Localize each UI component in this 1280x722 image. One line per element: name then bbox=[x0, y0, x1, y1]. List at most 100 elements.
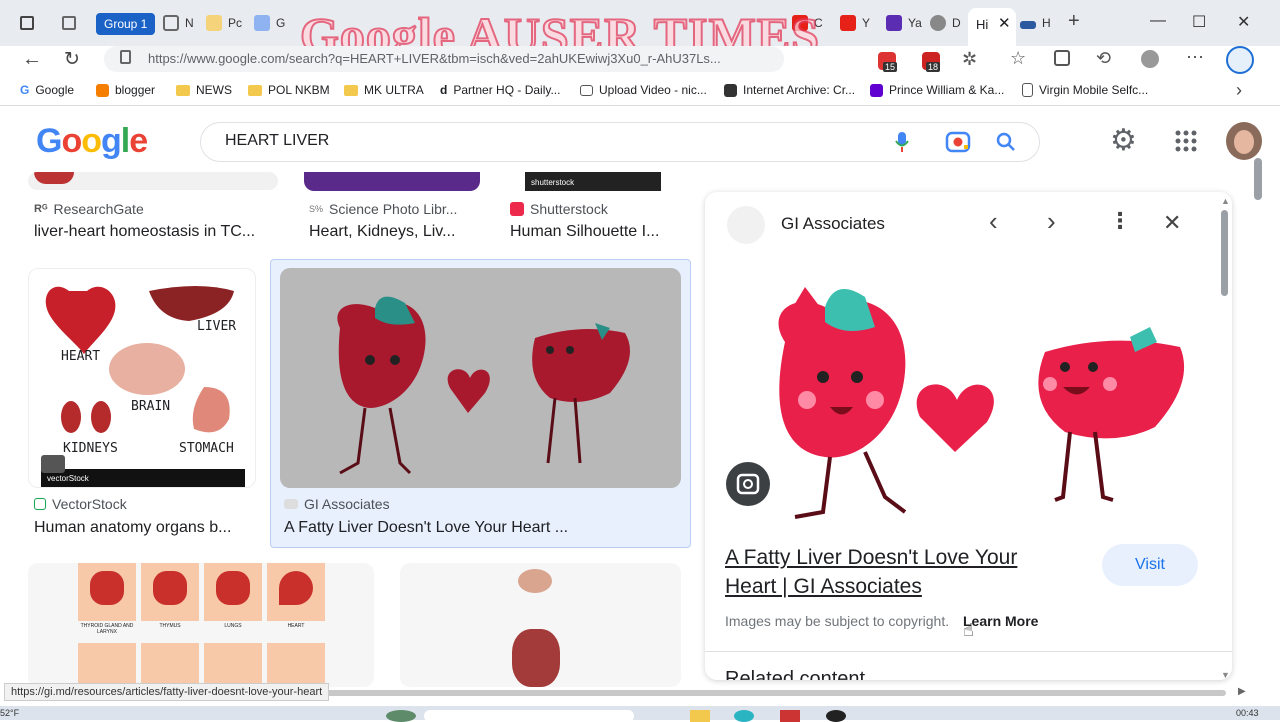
lens-search-icon[interactable] bbox=[945, 130, 971, 154]
bookmark-item[interactable]: NEWS bbox=[176, 83, 232, 97]
tab-icon[interactable] bbox=[62, 16, 76, 30]
result-title[interactable]: Heart, Kidneys, Liv... bbox=[309, 223, 479, 241]
search-icon[interactable] bbox=[996, 132, 1016, 152]
panel-site-name[interactable]: GI Associates bbox=[781, 214, 885, 234]
page-icon bbox=[254, 15, 270, 31]
organ-tile bbox=[141, 643, 199, 687]
active-tab[interactable]: Hi ✕ bbox=[968, 8, 1016, 46]
close-tab-icon[interactable]: ✕ bbox=[998, 14, 1011, 32]
search-input[interactable]: HEART LIVER bbox=[225, 132, 329, 150]
taskbar-app-icon[interactable] bbox=[780, 710, 800, 722]
result-title[interactable]: Human anatomy organs b... bbox=[34, 519, 254, 537]
bookmark-item[interactable]: blogger bbox=[96, 83, 155, 97]
folder-icon bbox=[248, 84, 262, 96]
more-menu-icon[interactable]: ··· bbox=[1186, 46, 1204, 67]
clock-time: 00:43 bbox=[1236, 708, 1259, 718]
tab-item[interactable]: Y bbox=[840, 8, 870, 38]
result-thumbnail[interactable]: shutterstock bbox=[525, 172, 661, 191]
url-text[interactable]: https://www.google.com/search?q=HEART+LI… bbox=[148, 51, 748, 66]
next-image-icon[interactable]: › bbox=[1047, 206, 1056, 237]
account-avatar[interactable] bbox=[1226, 122, 1262, 160]
organ-tile bbox=[267, 643, 325, 687]
result-thumbnail-anatomy[interactable] bbox=[400, 563, 681, 687]
profile-avatar[interactable] bbox=[1141, 50, 1159, 68]
history-icon[interactable]: ⟲ bbox=[1096, 48, 1111, 69]
tab-actions-icon[interactable] bbox=[20, 16, 34, 30]
tab-item[interactable]: G bbox=[254, 8, 285, 38]
close-panel-icon[interactable]: ✕ bbox=[1163, 210, 1181, 236]
image-badge-icon bbox=[41, 455, 65, 473]
result-source[interactable]: Shutterstock bbox=[510, 201, 608, 217]
previous-image-icon[interactable]: ‹ bbox=[989, 206, 998, 237]
learn-more-link[interactable]: Learn More bbox=[963, 613, 1038, 629]
back-icon[interactable]: ← bbox=[22, 48, 42, 71]
bookmark-item[interactable]: Internet Archive: Cr... bbox=[724, 83, 855, 97]
extensions-puzzle-icon[interactable]: ✲ bbox=[962, 49, 977, 70]
reload-icon[interactable]: ↻ bbox=[64, 48, 80, 71]
result-title[interactable]: Human Silhouette I... bbox=[510, 223, 675, 241]
organ-tile-label: THYROID GLAND AND LARYNX bbox=[80, 623, 134, 635]
panel-image[interactable] bbox=[725, 272, 1205, 542]
lock-icon[interactable] bbox=[120, 50, 131, 64]
scroll-right-icon[interactable]: ▶ bbox=[1238, 686, 1246, 697]
page-scrollbar-thumb[interactable] bbox=[1254, 158, 1262, 200]
voice-search-icon[interactable] bbox=[894, 131, 910, 153]
favorites-icon[interactable]: ☆ bbox=[1010, 48, 1026, 69]
result-title[interactable]: A Fatty Liver Doesn't Love Your Heart ..… bbox=[284, 519, 684, 537]
taskbar-app-icon[interactable] bbox=[826, 710, 846, 722]
apps-grid-icon[interactable] bbox=[1175, 130, 1197, 152]
bookmarks-more-chevron-icon[interactable]: › bbox=[1236, 80, 1242, 101]
window-close-icon[interactable]: ✕ bbox=[1237, 12, 1250, 32]
bookmark-item[interactable]: d Partner HQ - Daily... bbox=[440, 83, 560, 97]
panel-title-link-line2[interactable]: Heart | GI Associates bbox=[725, 575, 922, 599]
weather-temp[interactable]: 52°F bbox=[0, 708, 19, 718]
bing-copilot-icon[interactable] bbox=[1226, 46, 1254, 74]
bookmark-item[interactable]: POL NKBM bbox=[248, 83, 330, 97]
tab-item[interactable]: N bbox=[163, 8, 194, 38]
tab-item[interactable]: Pc bbox=[206, 8, 242, 38]
result-source[interactable]: Rᴳ ResearchGate bbox=[34, 201, 144, 217]
taskbar-search-box[interactable] bbox=[424, 710, 634, 722]
minimize-icon[interactable]: — bbox=[1150, 12, 1166, 30]
edge-icon[interactable] bbox=[734, 710, 754, 722]
organ-label: KIDNEYS bbox=[63, 441, 118, 456]
settings-gear-icon[interactable]: ⚙ bbox=[1110, 124, 1137, 158]
result-thumbnail[interactable] bbox=[304, 172, 480, 191]
new-tab-icon[interactable]: + bbox=[1068, 10, 1080, 33]
collections-icon[interactable] bbox=[1054, 50, 1070, 66]
google-logo[interactable]: Google bbox=[36, 122, 148, 161]
tab-item[interactable]: Ya bbox=[886, 8, 922, 38]
bookmark-item[interactable]: MK ULTRA bbox=[344, 83, 424, 97]
more-options-icon[interactable]: ⋮ bbox=[1109, 208, 1131, 234]
result-thumbnail-organ-grid[interactable]: THYROID GLAND AND LARYNX THYMUS LUNGS HE… bbox=[28, 563, 374, 687]
bookmark-item[interactable]: G Google bbox=[20, 83, 74, 97]
visit-button[interactable]: Visit bbox=[1102, 544, 1198, 586]
result-thumbnail-organs[interactable]: HEART LIVER BRAIN KIDNEYS STOMACH vector… bbox=[28, 268, 256, 488]
bookmark-item[interactable]: Virgin Mobile Selfc... bbox=[1022, 83, 1148, 97]
organ-tile-label: HEART bbox=[287, 623, 305, 629]
result-source[interactable]: VectorStock bbox=[34, 496, 127, 512]
panel-title-link[interactable]: A Fatty Liver Doesn't Love Your bbox=[725, 546, 1017, 570]
scroll-up-icon[interactable]: ▲ bbox=[1221, 196, 1230, 206]
taskbar-app-icon[interactable] bbox=[386, 710, 416, 722]
tab-group-badge[interactable]: Group 1 bbox=[96, 13, 156, 35]
tab-item[interactable]: H bbox=[1020, 8, 1051, 38]
bookmark-item[interactable]: Prince William & Ka... bbox=[870, 83, 1004, 97]
result-source[interactable]: GI Associates bbox=[284, 496, 390, 512]
file-explorer-icon[interactable] bbox=[690, 710, 710, 722]
organ-shape bbox=[279, 571, 313, 605]
result-thumbnail-selected[interactable] bbox=[280, 268, 681, 488]
heart-liver-cartoon bbox=[337, 296, 630, 475]
bookmark-item[interactable]: Upload Video - nic... bbox=[580, 83, 707, 97]
maximize-icon[interactable]: ☐ bbox=[1192, 12, 1206, 32]
result-title[interactable]: liver-heart homeostasis in TC... bbox=[34, 223, 274, 241]
result-thumbnail[interactable] bbox=[28, 172, 278, 190]
image-preview-panel: GI Associates ‹ › ⋮ ✕ A Fatty Liver Does… bbox=[705, 192, 1232, 680]
panel-scrollbar-thumb[interactable] bbox=[1221, 210, 1228, 296]
copyright-notice: Images may be subject to copyright. bbox=[725, 613, 950, 629]
tab-item[interactable]: D bbox=[930, 8, 961, 38]
lens-button[interactable] bbox=[726, 462, 770, 506]
scroll-down-icon[interactable]: ▼ bbox=[1221, 670, 1230, 680]
result-source[interactable]: S% Science Photo Libr... bbox=[309, 201, 457, 217]
vectorstock-watermark: vectorStock bbox=[47, 474, 89, 483]
